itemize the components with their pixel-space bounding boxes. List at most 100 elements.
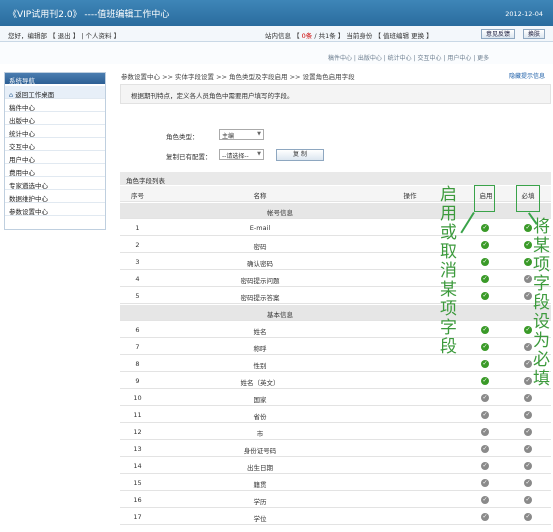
role-type-value: 主编 (222, 133, 235, 140)
required-check-icon[interactable]: ✓ (524, 258, 532, 266)
enable-check-icon[interactable]: ✓ (481, 275, 489, 283)
enable-check-icon[interactable]: ✓ (481, 258, 489, 266)
sidebar-item[interactable]: 出版中心 (5, 112, 105, 125)
row-number: 7 (135, 343, 140, 351)
header-op: 操作 (403, 192, 417, 200)
required-check-icon[interactable]: ✓ (524, 445, 532, 453)
required-check-icon[interactable]: ✓ (524, 377, 532, 385)
sidebar-item[interactable]: 专家遴选中心 (5, 177, 105, 190)
required-check-icon[interactable]: ✓ (524, 513, 532, 521)
table-row: 6 姓名 ✓ ✓ (120, 322, 551, 338)
header-no: 序号 (131, 192, 144, 200)
table-row: 9 姓名（英文） ✓ ✓ (120, 373, 551, 389)
sidebar-item[interactable]: 用户中心 (5, 151, 105, 164)
field-name: 学位 (253, 515, 267, 523)
required-check-icon[interactable]: ✓ (524, 275, 532, 283)
enable-check-icon[interactable]: ✓ (481, 428, 489, 436)
required-check-icon[interactable]: ✓ (524, 394, 532, 402)
table-row: 2 密码 ✓ ✓ (120, 237, 551, 253)
enable-check-icon[interactable]: ✓ (481, 377, 489, 385)
required-check-icon[interactable]: ✓ (524, 326, 532, 334)
table-row: 11 省份 ✓ ✓ (120, 407, 551, 423)
required-check-icon[interactable]: ✓ (524, 496, 532, 504)
field-name: 省份 (253, 413, 267, 421)
enable-check-icon[interactable]: ✓ (481, 462, 489, 470)
message-suffix: / 共1条 】 当前身份 【 值班编辑 更换 】 (312, 32, 433, 40)
field-name: 籍贯 (253, 481, 267, 489)
sidebar-item[interactable]: 统计中心 (5, 125, 105, 138)
field-list-title: 角色字段列表 (120, 172, 551, 185)
row-number: 14 (133, 462, 142, 470)
enable-check-icon[interactable]: ✓ (481, 360, 489, 368)
app-title: 《VIP试用刊2.0》 ----值班编辑工作中心 (8, 10, 170, 20)
sidebar-home-label: 返回工作桌面 (15, 91, 55, 99)
sidebar-item[interactable]: 稿件中心 (5, 99, 105, 112)
copy-config-label: 复制已有配置： (166, 153, 212, 161)
enable-check-icon[interactable]: ✓ (481, 241, 489, 249)
sidebar-item[interactable]: 费用中心 (5, 164, 105, 177)
required-check-icon[interactable]: ✓ (524, 343, 532, 351)
table-row: 16 学历 ✓ ✓ (120, 492, 551, 508)
sidebar-title: 系统导航 (5, 73, 105, 85)
sidebar-item[interactable]: 数据维护中心 (5, 190, 105, 203)
row-number: 5 (135, 292, 140, 300)
field-name: 称呼 (253, 345, 267, 353)
field-name: E-mail (249, 224, 271, 232)
required-check-icon[interactable]: ✓ (524, 479, 532, 487)
row-number: 6 (135, 326, 140, 334)
feedback-button[interactable]: 意见反馈 (481, 29, 516, 39)
required-check-icon[interactable]: ✓ (524, 241, 532, 249)
table-row: 1 E-mail ✓ ✓ (120, 220, 551, 236)
table-row: 10 国家 ✓ ✓ (120, 390, 551, 406)
enable-check-icon[interactable]: ✓ (481, 343, 489, 351)
enable-check-icon[interactable]: ✓ (481, 445, 489, 453)
row-number: 2 (135, 241, 140, 249)
sidebar-item[interactable]: 交互中心 (5, 138, 105, 151)
hide-tip-link[interactable]: 隐藏提示信息 (509, 71, 545, 80)
enable-check-icon[interactable]: ✓ (481, 479, 489, 487)
required-annotation-text: 将某项字段设为必填 (533, 217, 550, 389)
sidebar-item[interactable]: 参数设置中心 (5, 203, 105, 216)
row-number: 9 (135, 377, 140, 385)
table-row: 13 身份证号码 ✓ ✓ (120, 441, 551, 457)
role-type-select[interactable]: 主编 ▼ (219, 129, 264, 140)
enable-check-icon[interactable]: ✓ (481, 513, 489, 521)
enable-check-icon[interactable]: ✓ (481, 496, 489, 504)
field-name: 确认密码 (247, 260, 273, 268)
sidebar-item-home[interactable]: ⌂ 返回工作桌面 (5, 86, 105, 99)
enable-check-icon[interactable]: ✓ (481, 224, 489, 232)
required-check-icon[interactable]: ✓ (524, 411, 532, 419)
enable-check-icon[interactable]: ✓ (481, 292, 489, 300)
sidebar: 系统导航 ⌂ 返回工作桌面 稿件中心 出版中心 统计中心 交互中心 用户中心 费… (4, 72, 106, 230)
required-check-icon[interactable]: ✓ (524, 292, 532, 300)
table-row: 8 性别 ✓ ✓ (120, 356, 551, 372)
user-greeting[interactable]: 您好，编辑部 【 退出 】 | 个人资料 】 (8, 30, 120, 40)
field-name: 市 (256, 430, 264, 438)
table-row: 3 确认密码 ✓ ✓ (120, 254, 551, 270)
skin-switch-button[interactable]: 换肤 (523, 29, 546, 39)
field-name: 身份证号码 (243, 447, 277, 455)
top-nav-links[interactable]: 稿件中心 | 出版中心 | 统计中心 | 交互中心 | 用户中心 | 更多 (328, 53, 489, 62)
field-name: 国家 (253, 396, 267, 404)
message-count[interactable]: 0条 (302, 32, 313, 40)
row-number: 8 (135, 360, 140, 368)
user-bar: 您好，编辑部 【 退出 】 | 个人资料 】 站内信息 【 0条 / 共1条 】… (0, 26, 553, 42)
row-number: 16 (133, 496, 142, 504)
top-banner: 《VIP试用刊2.0》 ----值班编辑工作中心 2012-12-04 (0, 0, 553, 26)
required-check-icon[interactable]: ✓ (524, 462, 532, 470)
enable-check-icon[interactable]: ✓ (481, 326, 489, 334)
row-number: 12 (133, 428, 142, 436)
breadcrumb[interactable]: 参数设置中心 >> 实体字段设置 >> 角色类型及字段启用 >> 设置角色启用字… (121, 71, 355, 81)
enable-check-icon[interactable]: ✓ (481, 411, 489, 419)
copy-config-select[interactable]: --请选择-- ▼ (219, 149, 264, 160)
enable-annotation-text: 启用或取消某项字段 (440, 185, 457, 357)
required-check-icon[interactable]: ✓ (524, 224, 532, 232)
message-status[interactable]: 站内信息 【 0条 / 共1条 】 当前身份 【 值班编辑 更换 】 (265, 30, 433, 40)
chevron-down-icon: ▼ (257, 131, 261, 137)
enable-check-icon[interactable]: ✓ (481, 394, 489, 402)
required-check-icon[interactable]: ✓ (524, 360, 532, 368)
field-name: 学历 (253, 498, 267, 506)
required-check-icon[interactable]: ✓ (524, 428, 532, 436)
copy-button[interactable]: 复 制 (276, 149, 324, 161)
chevron-down-icon: ▼ (257, 151, 261, 157)
